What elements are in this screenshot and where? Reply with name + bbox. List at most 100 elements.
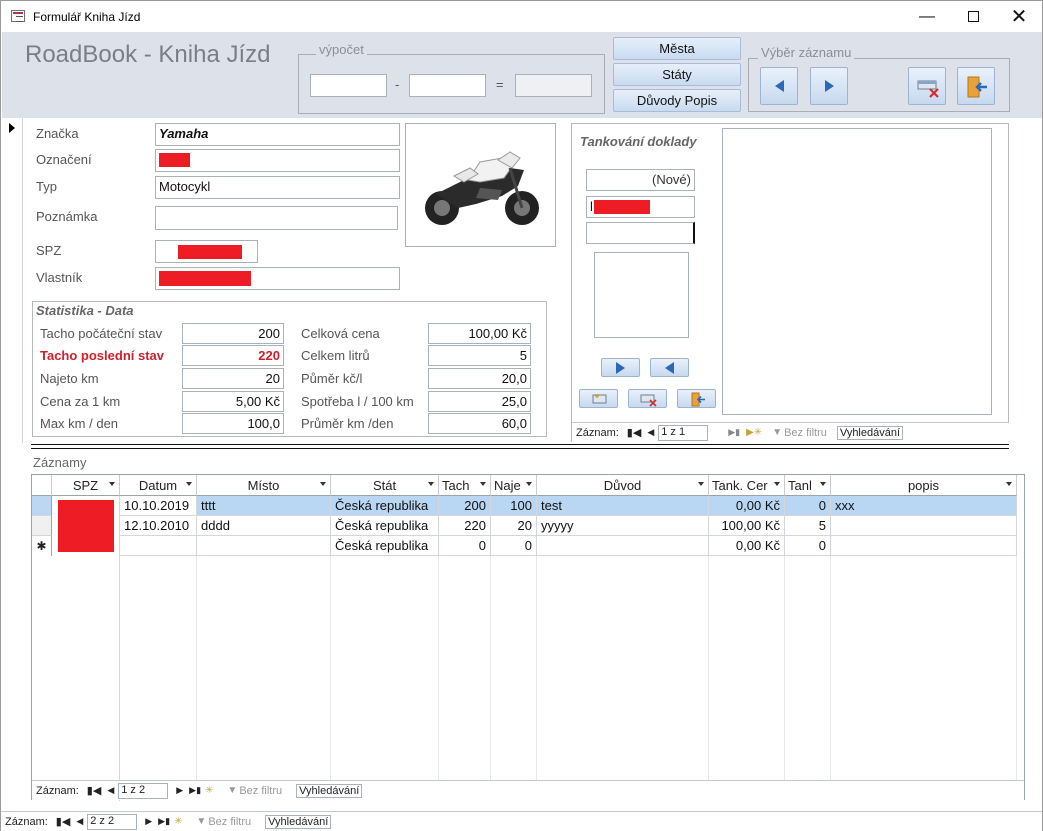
previous-record-button[interactable] [760, 67, 798, 105]
select-all-corner[interactable] [32, 475, 52, 496]
col-popis[interactable]: popis [831, 475, 1017, 496]
close-form-button[interactable] [957, 67, 995, 105]
tacho-pocatecni-field[interactable]: 200 [182, 323, 284, 344]
new-record-icon[interactable]: ✳ [205, 785, 213, 796]
table-cell-stat[interactable]: Česká republika [331, 496, 439, 516]
new-row-selector[interactable]: ✱ [32, 536, 52, 556]
close-button[interactable]: ✕ [996, 1, 1042, 32]
celkem-litru-field[interactable]: 5 [428, 345, 531, 366]
fuel-search-field[interactable]: Vyhledávání [836, 425, 904, 440]
col-stat[interactable]: Stát [331, 475, 439, 496]
row-selector[interactable] [32, 516, 52, 536]
oznaceni-field[interactable] [155, 149, 400, 172]
form-position-field[interactable]: 2 z 2 [87, 813, 138, 830]
form-filter-button[interactable]: Bez filtru [208, 816, 251, 828]
minimize-button[interactable]: — [904, 1, 950, 32]
col-duvod[interactable]: Důvod [537, 475, 709, 496]
table-cell-stat[interactable]: Česká republika [331, 536, 439, 556]
table-cell-tach[interactable]: 200 [439, 496, 491, 516]
table-cell-datum[interactable] [120, 536, 197, 556]
table-cell-naje[interactable]: 20 [491, 516, 537, 536]
fuel-delete-button[interactable] [628, 389, 667, 408]
table-cell-naje[interactable]: 100 [491, 496, 537, 516]
table-cell-tank[interactable]: 0,00 Kč [709, 496, 785, 516]
fuel-close-button[interactable] [677, 389, 716, 408]
col-datum[interactable]: Datum [120, 475, 197, 496]
next-record-icon[interactable]: ▶ [176, 785, 183, 796]
delete-record-button[interactable] [908, 67, 946, 105]
table-cell-popis[interactable] [831, 536, 1017, 556]
najeto-field[interactable]: 20 [182, 368, 284, 389]
typ-field[interactable]: Motocykl [155, 176, 400, 199]
records-position-field[interactable]: 1 z 2 [118, 782, 169, 799]
table-cell-tank[interactable]: 0,00 Kč [709, 536, 785, 556]
col-tanl[interactable]: Tanl [785, 475, 831, 496]
fuel-field-2[interactable]: l [586, 196, 695, 218]
prumer-kc-l-field[interactable]: 20,0 [428, 368, 531, 389]
table-cell-datum[interactable]: 12.10.2010 [120, 516, 197, 536]
fuel-new-field[interactable]: (Nové) [586, 169, 695, 191]
col-spz[interactable]: SPZ [52, 475, 120, 496]
table-cell-stat[interactable]: Česká republika [331, 516, 439, 536]
mesta-button[interactable]: Města [613, 37, 741, 60]
table-cell-datum[interactable]: 10.10.2019 [120, 496, 197, 516]
new-record-icon[interactable]: ✳ [174, 816, 182, 827]
fuel-list-box[interactable] [722, 128, 992, 415]
tacho-posledni-field[interactable]: 220 [182, 345, 284, 366]
fuel-add-button[interactable] [579, 389, 618, 408]
next-record-button[interactable] [810, 67, 848, 105]
first-record-icon[interactable]: ▮◀ [627, 426, 642, 439]
celkova-cena-field[interactable]: 100,00 Kč [428, 323, 531, 344]
records-search-field[interactable]: Vyhledávání [296, 783, 363, 798]
fuel-filter-button[interactable]: Bez filtru [784, 427, 827, 439]
next-record-icon[interactable]: ▶ [145, 816, 152, 827]
table-cell-misto[interactable] [197, 536, 331, 556]
table-cell-tach[interactable]: 0 [439, 536, 491, 556]
table-cell-tanl[interactable]: 5 [785, 516, 831, 536]
table-cell-naje[interactable]: 0 [491, 536, 537, 556]
prev-record-icon[interactable]: ◀ [76, 816, 83, 827]
col-naje[interactable]: Naje [491, 475, 537, 496]
prev-record-icon[interactable]: ◀ [107, 785, 114, 796]
table-cell-tach[interactable]: 220 [439, 516, 491, 536]
prev-record-icon[interactable]: ◀ [647, 427, 654, 438]
fuel-next-button[interactable] [601, 358, 640, 377]
staty-button[interactable]: Státy [613, 63, 741, 86]
first-record-icon[interactable]: ▮◀ [56, 815, 71, 828]
table-cell-tank[interactable]: 100,00 Kč [709, 516, 785, 536]
spotreba-field[interactable]: 25,0 [428, 391, 531, 412]
znacka-field[interactable]: Yamaha [155, 123, 400, 146]
col-tach[interactable]: Tach [439, 475, 491, 496]
form-search-field[interactable]: Vyhledávání [265, 814, 332, 829]
duvody-popis-button[interactable]: Důvody Popis [613, 89, 741, 112]
records-filter-button[interactable]: Bez filtru [239, 785, 282, 797]
col-misto[interactable]: Místo [197, 475, 331, 496]
spz-field[interactable] [155, 240, 258, 263]
poznamka-field[interactable] [155, 206, 398, 230]
fuel-field-3[interactable] [586, 222, 695, 244]
table-cell-duvod[interactable] [537, 536, 709, 556]
table-cell-tanl[interactable]: 0 [785, 496, 831, 516]
maximize-button[interactable] [950, 1, 996, 32]
cena-km-field[interactable]: 5,00 Kč [182, 391, 284, 412]
last-record-icon[interactable]: ▶▮ [189, 785, 201, 796]
last-record-icon[interactable]: ▶▮ [158, 816, 170, 827]
vlastnik-field[interactable] [155, 267, 400, 290]
table-cell-popis[interactable]: xxx [831, 496, 1017, 516]
table-cell-misto[interactable]: dddd [197, 516, 331, 536]
table-cell-duvod[interactable]: test [537, 496, 709, 516]
calc-input-b[interactable] [409, 74, 486, 97]
record-selector[interactable] [1, 118, 23, 443]
max-km-den-field[interactable]: 100,0 [182, 413, 284, 434]
table-cell-popis[interactable] [831, 516, 1017, 536]
first-record-icon[interactable]: ▮◀ [87, 784, 102, 797]
table-cell-tanl[interactable]: 0 [785, 536, 831, 556]
col-tank-cena[interactable]: Tank. Cer [709, 475, 785, 496]
table-cell-misto[interactable]: tttt [197, 496, 331, 516]
new-record-icon[interactable]: ▶✳ [746, 427, 762, 438]
next-record-icon[interactable]: ▶▮ [728, 427, 740, 438]
prumer-km-den-field[interactable]: 60,0 [428, 413, 531, 434]
fuel-previous-button[interactable] [650, 358, 689, 377]
fuel-position-field[interactable]: 1 z 1 [658, 424, 709, 441]
table-cell-duvod[interactable]: yyyyy [537, 516, 709, 536]
